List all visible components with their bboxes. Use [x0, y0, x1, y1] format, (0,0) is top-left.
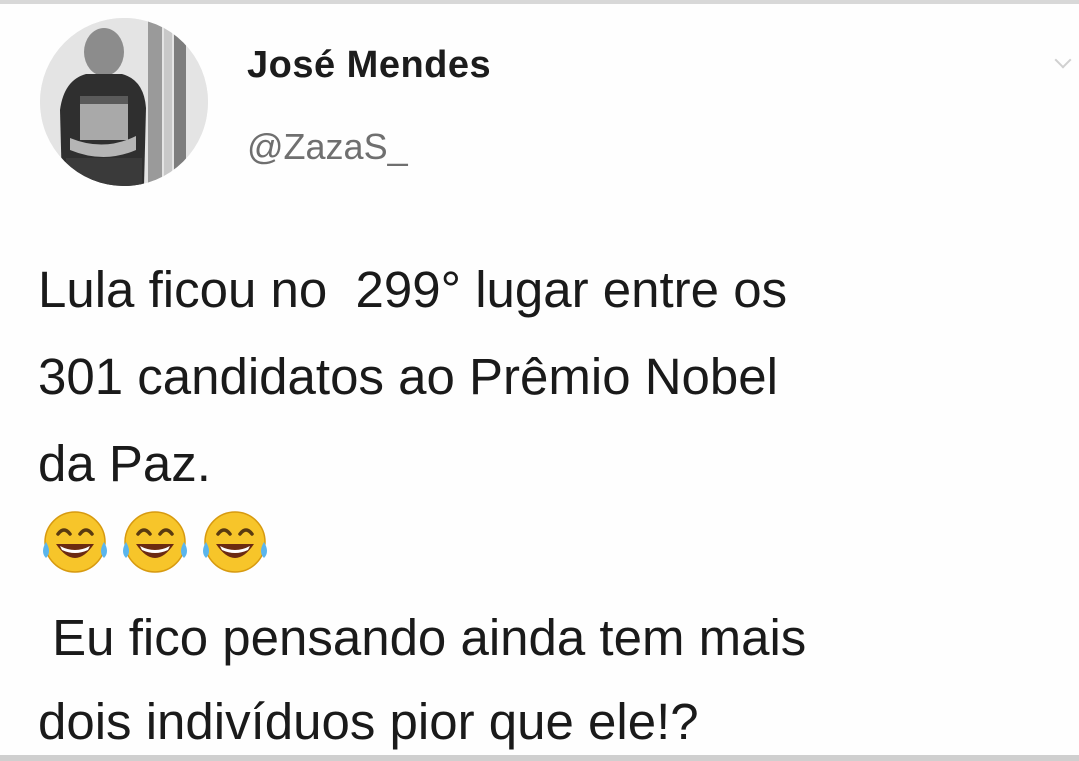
tweet-followup-line: dois indivíduos pior que ele!?	[38, 693, 699, 750]
tears-of-joy-emoji-icon	[43, 511, 107, 573]
user-photo-avatar-icon	[40, 18, 208, 186]
bottom-divider	[0, 755, 1079, 761]
chevron-down-icon[interactable]	[1054, 51, 1072, 69]
author-handle[interactable]: @ZazaS_	[247, 126, 408, 168]
tweet-card: José Mendes @ZazaS_ Lula ficou no 299° l…	[0, 0, 1079, 761]
tears-of-joy-emoji-icon	[203, 511, 267, 573]
tears-of-joy-emoji-icon	[123, 511, 187, 573]
tweet-text-line: 301 candidatos ao Prêmio Nobel	[38, 348, 778, 405]
emoji-row	[38, 506, 272, 578]
tweet-followup-text: Eu fico pensando ainda tem mais dois ind…	[38, 596, 1073, 761]
tweet-text-line: Lula ficou no 299° lugar entre os	[38, 261, 788, 318]
tweet-text-line: da Paz.	[38, 435, 211, 492]
tweet-text: Lula ficou no 299° lugar entre os 301 ca…	[38, 246, 1068, 507]
tweet-followup-line: Eu fico pensando ainda tem mais	[38, 609, 807, 666]
author-display-name[interactable]: José Mendes	[247, 44, 491, 87]
avatar[interactable]	[40, 18, 208, 186]
top-divider	[0, 0, 1079, 4]
